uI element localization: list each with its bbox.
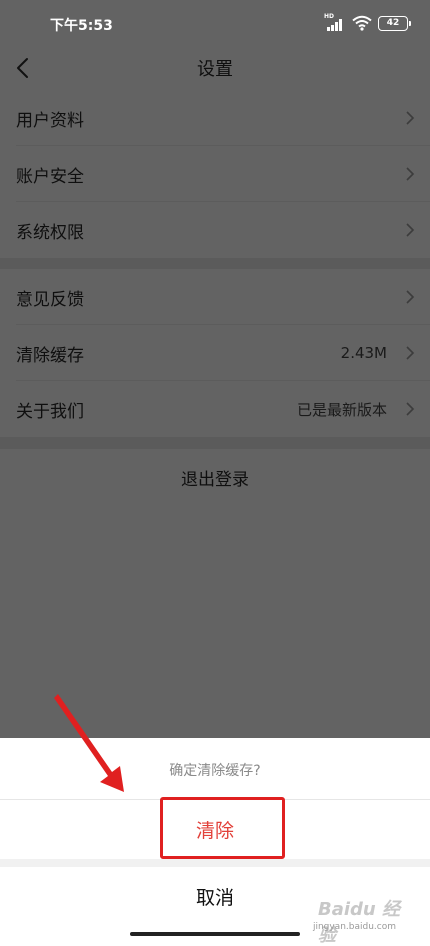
status-time: 下午5:53	[50, 18, 113, 34]
settings-item-label: 系统权限	[16, 222, 84, 243]
nav-bar: 设置	[0, 46, 430, 90]
settings-item-user-profile[interactable]: 用户资料	[0, 90, 430, 146]
watermark-url: jingyan.baidu.com	[312, 922, 396, 932]
battery-level: 42	[386, 17, 400, 28]
chevron-right-icon	[406, 402, 415, 416]
status-bar: 下午5:53 HD 42	[0, 0, 430, 46]
annotation-highlight-box	[160, 797, 285, 859]
version-status-value: 已是最新版本	[296, 400, 387, 419]
settings-item-system-permissions[interactable]: 系统权限	[0, 202, 430, 258]
chevron-right-icon	[406, 290, 415, 304]
baidu-jingyan-watermark: Baidu 经验 jingyan.baidu.com	[313, 893, 418, 946]
wifi-icon	[352, 15, 372, 31]
cache-size-value: 2.43M	[340, 344, 387, 362]
logout-button[interactable]: 退出登录	[0, 449, 430, 505]
chevron-right-icon	[406, 346, 415, 360]
status-icons: HD 42	[324, 13, 411, 32]
settings-item-feedback[interactable]: 意见反馈	[0, 269, 430, 325]
chevron-right-icon	[406, 167, 415, 181]
chevron-right-icon	[406, 111, 415, 125]
settings-item-account-security[interactable]: 账户安全	[0, 146, 430, 202]
settings-item-label: 用户资料	[16, 110, 84, 131]
settings-item-about-us[interactable]: 关于我们 已是最新版本	[0, 381, 430, 437]
cancel-label: 取消	[195, 886, 234, 909]
home-indicator	[130, 932, 300, 936]
settings-group-app: 意见反馈 清除缓存 2.43M 关于我们 已是最新版本	[0, 269, 430, 437]
section-gap	[0, 437, 430, 449]
sheet-gap	[0, 859, 430, 867]
section-gap	[0, 258, 430, 269]
watermark-logo: Baidu 经验	[318, 899, 401, 946]
page-title: 设置	[197, 59, 233, 80]
settings-item-label: 账户安全	[16, 166, 84, 187]
chevron-right-icon	[406, 223, 415, 237]
settings-item-clear-cache[interactable]: 清除缓存 2.43M	[0, 325, 430, 381]
settings-screen: 下午5:53 HD 42 设置 用户资料 账户安全 系统权限 意见反馈 清除缓存…	[0, 0, 430, 946]
logout-label: 退出登录	[181, 469, 249, 490]
settings-item-label: 清除缓存	[16, 345, 84, 366]
settings-item-label: 关于我们	[16, 401, 84, 422]
battery-icon: 42	[378, 15, 411, 31]
settings-group-account: 用户资料 账户安全 系统权限	[0, 90, 430, 258]
signal-icon: HD	[324, 13, 346, 31]
annotation-arrow-icon	[54, 694, 124, 792]
settings-item-label: 意见反馈	[16, 289, 84, 310]
